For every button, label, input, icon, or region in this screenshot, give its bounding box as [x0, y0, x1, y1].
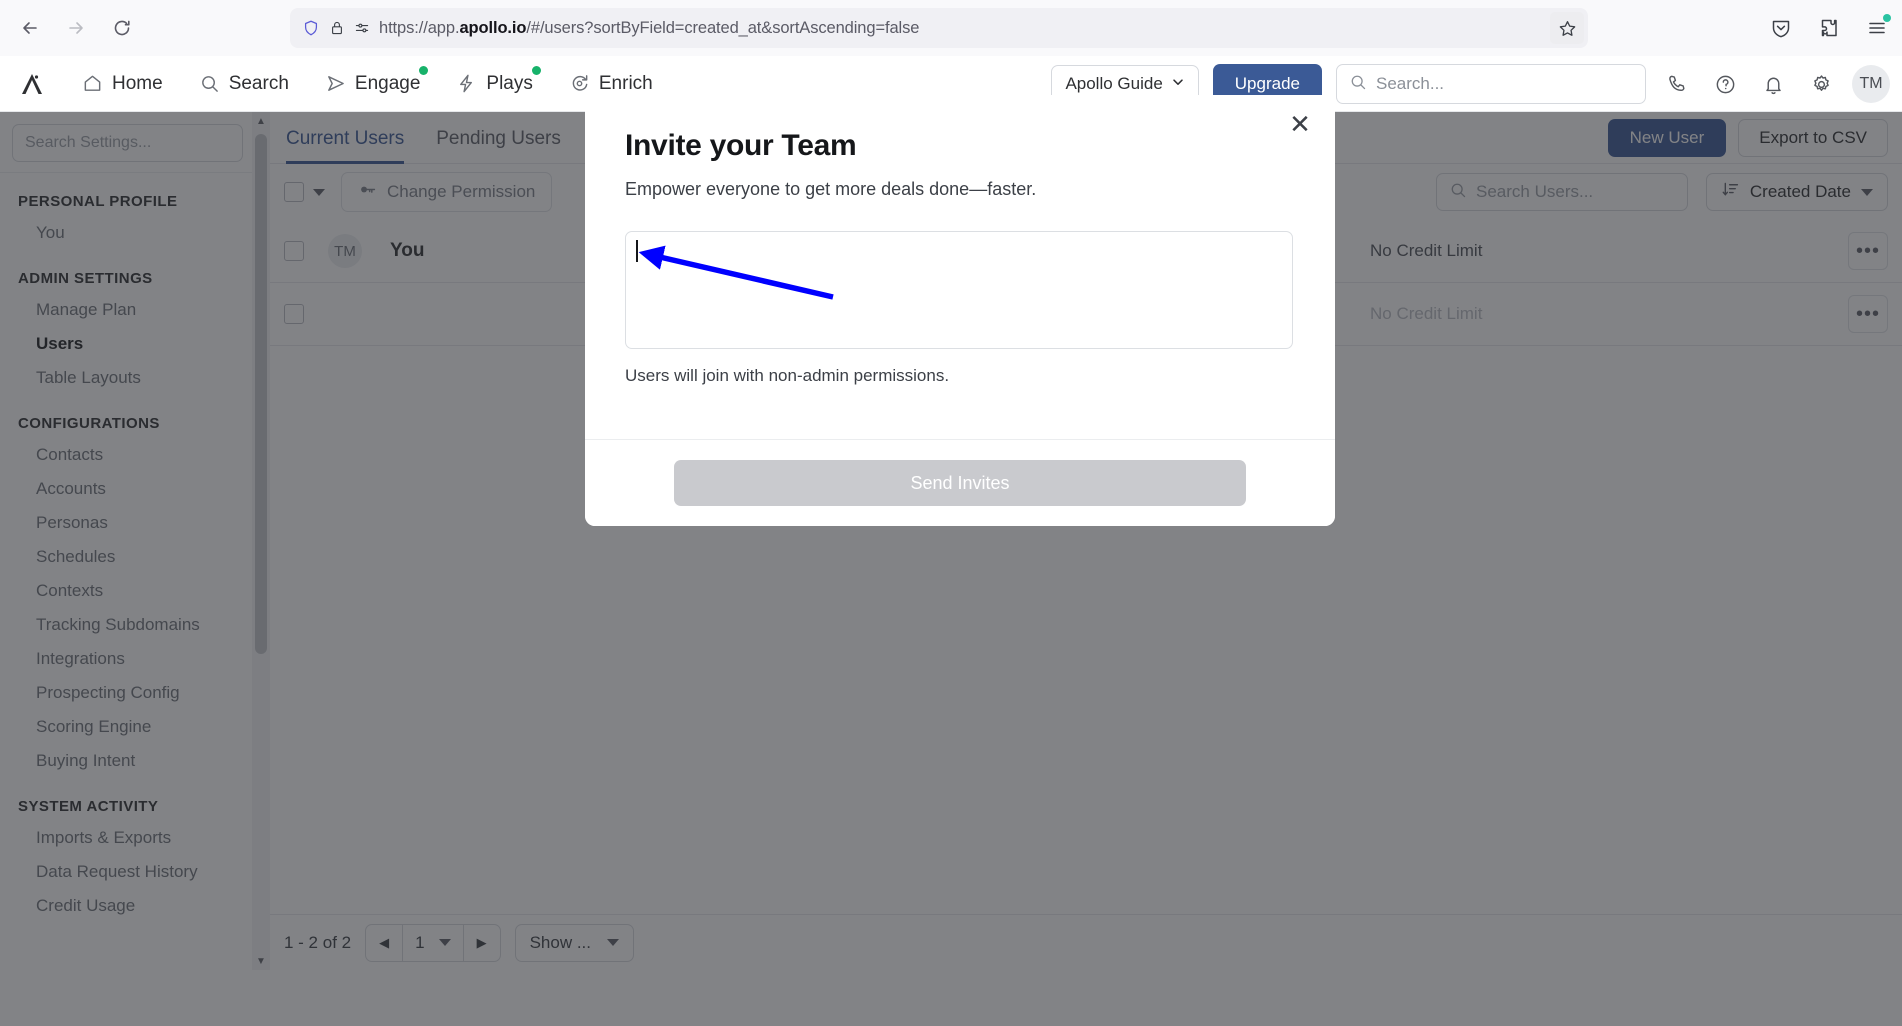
site-permissions-icon[interactable] [354, 20, 370, 36]
send-icon [325, 73, 346, 94]
global-search-placeholder: Search... [1376, 74, 1445, 93]
engage-notification-dot [419, 65, 429, 75]
nav-label: Enrich [598, 72, 653, 94]
plays-notification-dot [531, 65, 541, 75]
apollo-logo[interactable] [0, 69, 64, 99]
chevron-down-icon [1171, 74, 1185, 94]
nav-item-search[interactable]: Search [181, 56, 307, 112]
home-icon [82, 73, 103, 94]
close-icon[interactable]: ✕ [1283, 107, 1317, 141]
modal-title: Invite your Team [625, 129, 857, 162]
lightning-icon [456, 73, 477, 94]
invite-emails-textarea[interactable] [625, 231, 1293, 349]
search-icon [1349, 73, 1367, 96]
url-text[interactable]: https://app.apollo.io/#/users?sortByFiel… [379, 19, 919, 38]
forward-arrow-icon[interactable] [56, 8, 96, 48]
extensions-puzzle-icon[interactable] [1812, 11, 1846, 45]
browser-nav-buttons [0, 8, 142, 48]
invite-team-modal: ✕ Invite your Team Empower everyone to g… [585, 95, 1335, 526]
nav-item-engage[interactable]: Engage [307, 56, 439, 112]
apollo-guide-label: Apollo Guide [1065, 74, 1163, 93]
browser-toolbar-right [1764, 8, 1894, 48]
bell-icon[interactable] [1756, 67, 1790, 101]
nav-item-plays[interactable]: Plays [438, 56, 550, 112]
help-circle-icon[interactable] [1708, 67, 1742, 101]
hamburger-menu-icon[interactable] [1860, 11, 1894, 45]
browser-chrome: https://app.apollo.io/#/users?sortByFiel… [0, 0, 1902, 56]
search-icon [199, 73, 220, 94]
nav-label: Home [112, 72, 163, 94]
lock-icon [329, 20, 345, 36]
nav-item-home[interactable]: Home [64, 56, 181, 112]
global-search-input[interactable]: Search... [1336, 64, 1646, 104]
modal-footer: Send Invites [585, 439, 1335, 526]
permissions-helper-text: Users will join with non-admin permissio… [625, 366, 950, 385]
menu-update-badge [1883, 14, 1891, 22]
star-bookmark-icon[interactable] [1550, 12, 1584, 44]
user-avatar[interactable]: TM [1852, 65, 1890, 103]
modal-body: Invite your Team Empower everyone to get… [585, 95, 1335, 386]
text-cursor [636, 240, 638, 262]
phone-icon[interactable] [1660, 67, 1694, 101]
shield-icon[interactable] [302, 19, 320, 37]
modal-subtitle: Empower everyone to get more deals done—… [625, 179, 1037, 199]
url-bar[interactable]: https://app.apollo.io/#/users?sortByFiel… [290, 8, 1588, 48]
gear-icon[interactable] [1804, 67, 1838, 101]
pocket-save-icon[interactable] [1764, 11, 1798, 45]
back-arrow-icon[interactable] [10, 8, 50, 48]
nav-label: Plays [486, 72, 533, 94]
send-invites-button[interactable]: Send Invites [674, 460, 1246, 506]
nav-label: Engage [354, 72, 421, 94]
nav-label: Search [228, 72, 289, 94]
reload-icon[interactable] [102, 8, 142, 48]
enrich-icon [569, 73, 590, 94]
